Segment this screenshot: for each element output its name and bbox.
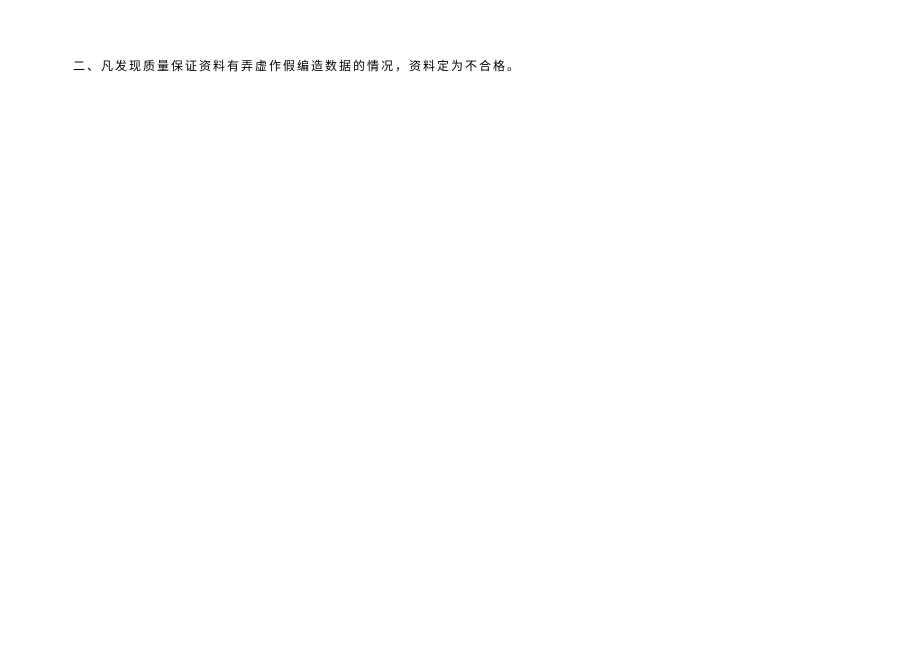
paragraph-text: 二、凡发现质量保证资料有弄虚作假编造数据的情况，资料定为不合格。	[73, 59, 521, 73]
document-paragraph: 二、凡发现质量保证资料有弄虚作假编造数据的情况，资料定为不合格。	[73, 57, 521, 75]
